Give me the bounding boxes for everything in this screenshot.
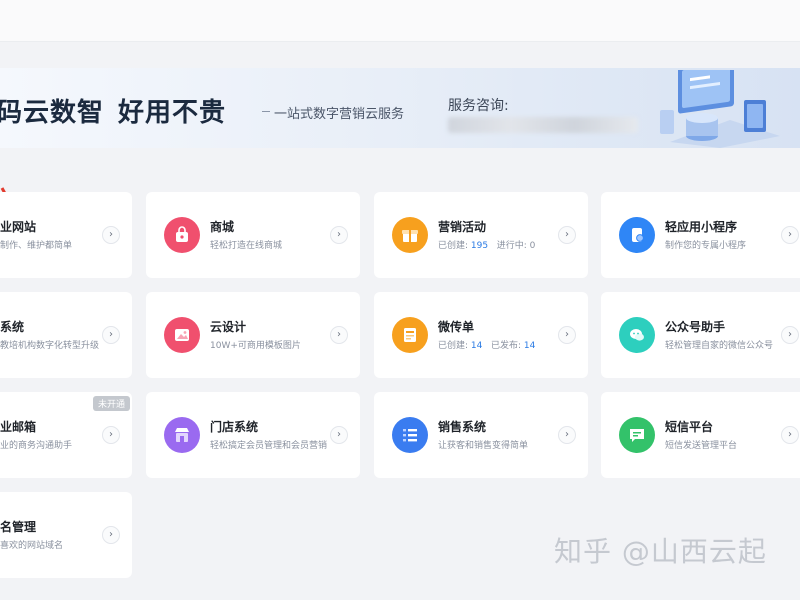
mini-program-icon [619,217,655,253]
watermark: 知乎 @山西云起 [554,535,767,568]
card-marketing-activity[interactable]: 营销活动 已创建: 195 进行中: 0 › [374,192,588,278]
chevron-right-icon[interactable]: › [102,326,120,344]
service-consult-label: 服务咨询: [448,98,509,114]
card-enterprise-mailbox[interactable]: 未开通 业邮箱 业的商务沟通助手 › [0,392,132,478]
card-desc: 让获客和销售变得简单 [438,441,529,451]
card-title: 业邮箱 [0,420,37,434]
card-desc: 喜欢的网站域名 [0,541,64,551]
top-bar [0,0,800,42]
card-mini-program[interactable]: 轻应用小程序 制作您的专属小程序 › [601,192,800,278]
chevron-right-icon[interactable]: › [558,226,576,244]
card-desc: 轻松打造在线商城 [210,241,283,251]
sms-icon [619,417,655,453]
published-count: 14 [523,341,536,351]
card-official-account-assistant[interactable]: 公众号助手 轻松管理自家的微信公众号 › [601,292,800,378]
chevron-right-icon[interactable]: › [330,326,348,344]
card-desc: 业的商务沟通助手 [0,441,73,451]
created-count: 195 [470,241,489,251]
card-desc: 短信发送管理平台 [665,441,738,451]
status-badge: 未开通 [92,396,130,411]
in-progress-label: 进行中: [496,241,527,251]
card-desc: 制作、维护都简单 [0,241,73,251]
card-desc: 已创建: 195 进行中: 0 [438,238,535,251]
card-desc: 轻松搞定会员管理和会员营销 [210,441,328,451]
in-progress-count: 0 [529,241,536,251]
card-title: 系统 [0,320,25,334]
card-desc: 10W+可商用模板图片 [210,341,301,351]
card-title: 营销活动 [438,220,487,234]
card-mall[interactable]: 商城 轻松打造在线商城 › [146,192,360,278]
card-title: 商城 [210,220,235,234]
card-title: 短信平台 [665,420,714,434]
card-sms-platform[interactable]: 短信平台 短信发送管理平台 › [601,392,800,478]
card-title: 名管理 [0,520,37,534]
chevron-right-icon[interactable]: › [781,326,799,344]
banner-divider [262,111,270,112]
banner-brand: 码云数智 好用不贵 [0,92,226,129]
card-title: 轻应用小程序 [665,220,738,234]
chevron-right-icon[interactable]: › [781,226,799,244]
card-title: 业网站 [0,220,37,234]
image-icon [164,317,200,353]
brand-name: 码云数智 [0,98,105,128]
chevron-right-icon[interactable]: › [330,226,348,244]
card-title: 门店系统 [210,420,259,434]
card-desc: 教培机构数字化转型升级 [0,341,100,351]
card-education-system[interactable]: 系统 教培机构数字化转型升级 › [0,292,132,378]
gift-icon [392,217,428,253]
wechat-icon [619,317,655,353]
card-domain-management[interactable]: 名管理 喜欢的网站域名 › [0,492,132,578]
brand-slogan: 好用不贵 [118,98,227,128]
card-title: 公众号助手 [665,320,726,334]
banner-subtitle: 一站式数字营销云服务 [274,107,405,122]
created-label: 已创建: [438,341,469,351]
published-label: 已发布: [490,341,522,351]
created-label: 已创建: [438,241,469,251]
card-sales-system[interactable]: 销售系统 让获客和销售变得简单 › [374,392,588,478]
card-website[interactable]: 业网站 制作、维护都简单 › [0,192,132,278]
card-micro-flyer[interactable]: 微传单 已创建: 14 已发布: 14 › [374,292,588,378]
shopping-bag-icon [164,217,200,253]
chevron-right-icon[interactable]: › [558,426,576,444]
card-desc: 制作您的专属小程序 [665,241,747,251]
flyer-icon [392,317,428,353]
cloud-server-illustration-icon [660,70,780,148]
blurred-phone-number [448,117,638,133]
card-title: 云设计 [210,320,247,334]
list-icon [392,417,428,453]
chevron-right-icon[interactable]: › [558,326,576,344]
card-title: 销售系统 [438,420,487,434]
chevron-right-icon[interactable]: › [781,426,799,444]
chevron-right-icon[interactable]: › [102,426,120,444]
card-cloud-design[interactable]: 云设计 10W+可商用模板图片 › [146,292,360,378]
created-count: 14 [470,341,483,351]
store-icon [164,417,200,453]
page: 码云数智 好用不贵 一站式数字营销云服务 服务咨询: 业网站 制作、维护都简单 ›… [0,0,800,600]
chevron-right-icon[interactable]: › [330,426,348,444]
card-desc: 已创建: 14 已发布: 14 [438,338,535,351]
card-store-system[interactable]: 门店系统 轻松搞定会员管理和会员营销 › [146,392,360,478]
card-title: 微传单 [438,320,475,334]
card-desc: 轻松管理自家的微信公众号 [665,341,774,351]
chevron-right-icon[interactable]: › [102,526,120,544]
chevron-right-icon[interactable]: › [102,226,120,244]
